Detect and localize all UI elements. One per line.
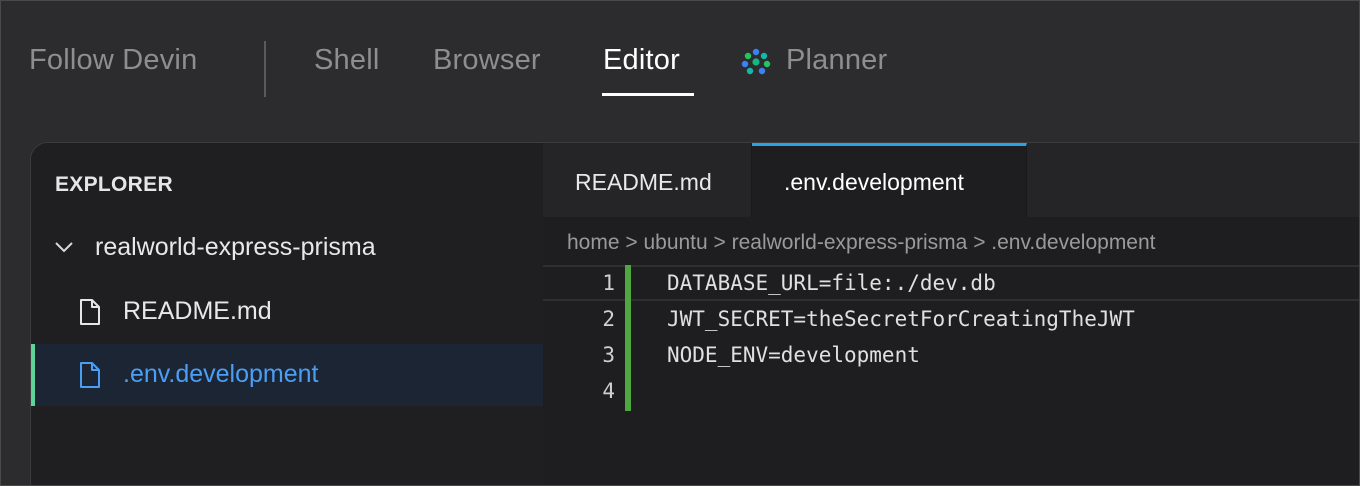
nav-editor[interactable]: Editor bbox=[603, 44, 680, 77]
folder-row[interactable]: realworld-express-prisma bbox=[31, 217, 543, 279]
tab-label: README.md bbox=[575, 169, 712, 195]
nav-shell[interactable]: Shell bbox=[314, 44, 380, 77]
code-text: DATABASE_URL=file:./dev.db bbox=[667, 271, 996, 295]
folder-name: realworld-express-prisma bbox=[95, 233, 376, 261]
nav-follow-devin[interactable]: Follow Devin bbox=[29, 44, 197, 77]
tab-readme[interactable]: README.md bbox=[543, 143, 752, 217]
app-window: Follow Devin Shell Browser Editor Planne… bbox=[0, 0, 1360, 486]
editor-tab-bar: README.md .env.development bbox=[543, 143, 1359, 217]
file-row-readme[interactable]: README.md bbox=[31, 281, 543, 343]
explorer-sidebar: EXPLORER realworld-express-prisma README… bbox=[31, 143, 543, 485]
selection-indicator bbox=[31, 344, 35, 406]
gutter-change-indicator bbox=[625, 265, 631, 411]
nav-planner[interactable]: Planner bbox=[786, 44, 887, 77]
planner-icon bbox=[741, 48, 771, 75]
active-tab-underline bbox=[602, 93, 694, 96]
tab-env-development[interactable]: .env.development bbox=[752, 143, 1027, 217]
top-nav: Follow Devin Shell Browser Editor Planne… bbox=[1, 1, 1359, 121]
file-label-env-development: .env.development bbox=[123, 360, 319, 388]
line-number: 3 bbox=[602, 343, 615, 367]
code-editor[interactable]: 1 DATABASE_URL=file:./dev.db 2 JWT_SECRE… bbox=[543, 265, 1359, 425]
chevron-down-icon bbox=[55, 242, 73, 253]
code-line[interactable]: 3 NODE_ENV=development bbox=[543, 337, 1359, 373]
editor-area: README.md .env.development home > ubuntu… bbox=[543, 143, 1359, 485]
breadcrumb[interactable]: home > ubuntu > realworld-express-prisma… bbox=[567, 231, 1156, 255]
explorer-title: EXPLORER bbox=[55, 173, 173, 196]
nav-browser[interactable]: Browser bbox=[433, 44, 541, 77]
tab-label: .env.development bbox=[784, 169, 964, 195]
file-icon bbox=[80, 362, 100, 388]
workspace-panel: EXPLORER realworld-express-prisma README… bbox=[30, 142, 1359, 485]
nav-divider bbox=[264, 41, 266, 97]
code-line[interactable]: 1 DATABASE_URL=file:./dev.db bbox=[543, 265, 1359, 301]
line-number: 4 bbox=[602, 379, 615, 403]
code-line[interactable]: 4 bbox=[543, 373, 1359, 409]
file-label-readme: README.md bbox=[123, 297, 272, 325]
line-number: 1 bbox=[602, 271, 615, 295]
code-line[interactable]: 2 JWT_SECRET=theSecretForCreatingTheJWT bbox=[543, 301, 1359, 337]
file-row-env-development[interactable]: .env.development bbox=[31, 344, 543, 406]
code-text: NODE_ENV=development bbox=[667, 343, 920, 367]
code-text: JWT_SECRET=theSecretForCreatingTheJWT bbox=[667, 307, 1135, 331]
line-number: 2 bbox=[602, 307, 615, 331]
file-icon bbox=[80, 299, 100, 325]
